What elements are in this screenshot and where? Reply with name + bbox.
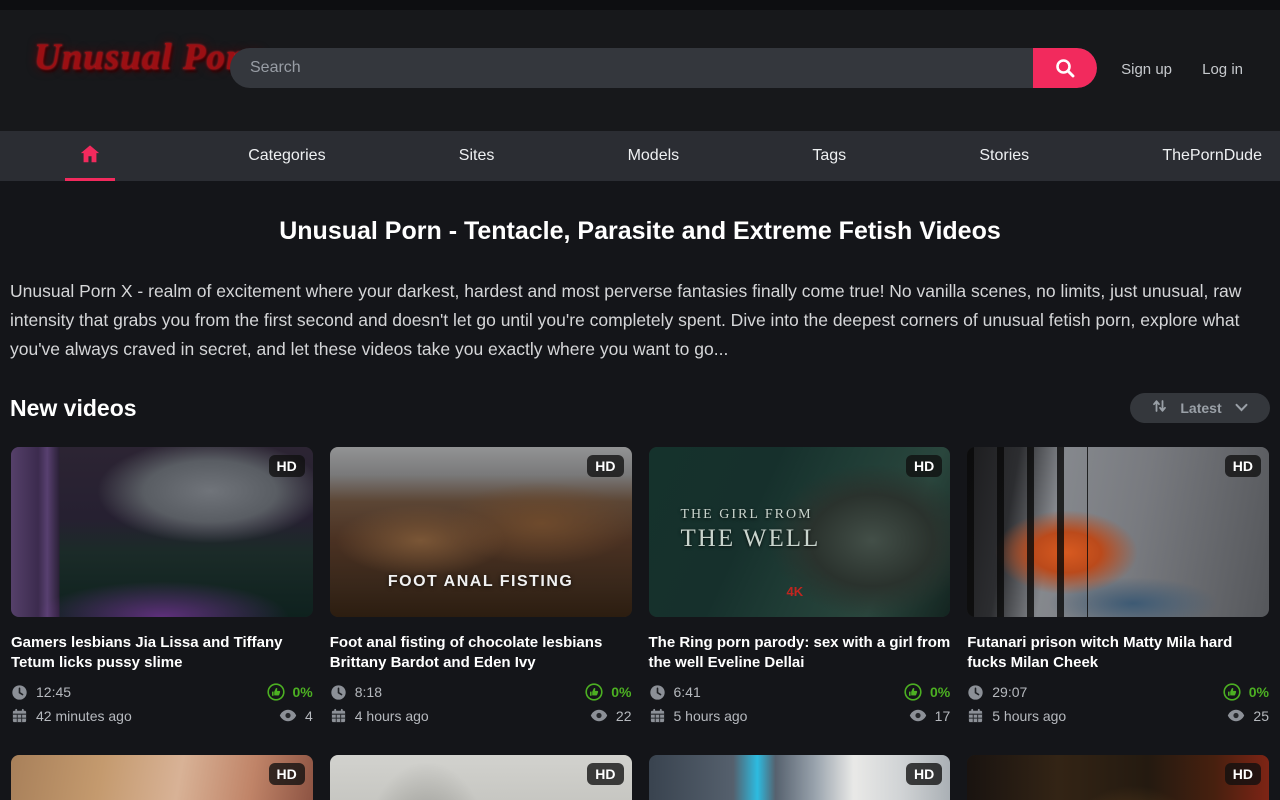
hd-badge: HD [1225, 763, 1261, 785]
nav-item-theporndude[interactable]: ThePornDude [1162, 147, 1262, 165]
video-thumbnail[interactable]: HD [330, 755, 632, 800]
home-icon [79, 143, 101, 170]
clock-icon [11, 684, 28, 701]
search-bar [230, 48, 1097, 88]
video-duration: 6:41 [649, 684, 701, 701]
eye-icon [909, 709, 927, 722]
search-icon [1054, 57, 1076, 79]
hd-badge: HD [587, 455, 623, 477]
main-nav: Categories Sites Models Tags Stories The… [0, 131, 1280, 181]
nav-item-tags[interactable]: Tags [812, 147, 846, 165]
site-header: Unusual Porn Sign up Log in [0, 0, 1280, 131]
video-thumbnail[interactable]: HD [967, 755, 1269, 800]
video-age: 42 minutes ago [11, 707, 132, 724]
video-card[interactable]: HD Gamers lesbians Jia Lissa and Tiffany… [11, 447, 313, 724]
thumbnail-image [649, 755, 951, 800]
sort-dropdown[interactable]: Latest [1130, 393, 1270, 423]
hd-badge: HD [587, 763, 623, 785]
video-thumbnail[interactable]: HD [11, 447, 313, 617]
video-views: 17 [909, 708, 951, 724]
video-rating: 0% [1223, 683, 1269, 701]
thumbs-up-icon [267, 683, 285, 701]
hd-badge: HD [269, 455, 305, 477]
video-thumbnail[interactable]: THE GIRL FROM THE WELL 4K HD [649, 447, 951, 617]
video-title[interactable]: Foot anal fisting of chocolate lesbians … [330, 633, 632, 673]
clock-icon [649, 684, 666, 701]
thumbnail-image [967, 755, 1269, 800]
video-duration: 12:45 [11, 684, 71, 701]
video-duration: 29:07 [967, 684, 1027, 701]
eye-icon [1227, 709, 1245, 722]
thumbnail-caption: THE GIRL FROM THE WELL [681, 507, 821, 553]
nav-item-sites[interactable]: Sites [459, 147, 495, 165]
calendar-icon [649, 707, 666, 724]
sort-label: Latest [1180, 400, 1221, 416]
thumbnail-image [11, 447, 313, 617]
video-rating: 0% [904, 683, 950, 701]
clock-icon [330, 684, 347, 701]
clock-icon [967, 684, 984, 701]
video-views: 22 [590, 708, 632, 724]
thumbs-up-icon [1223, 683, 1241, 701]
calendar-icon [330, 707, 347, 724]
thumbnail-4k-label: 4K [787, 584, 804, 599]
video-thumbnail[interactable]: HD [649, 755, 951, 800]
hd-badge: HD [906, 455, 942, 477]
search-button[interactable] [1033, 48, 1097, 88]
video-card[interactable]: HD [330, 755, 632, 800]
eye-icon [590, 709, 608, 722]
calendar-icon [967, 707, 984, 724]
nav-item-categories[interactable]: Categories [248, 147, 325, 165]
video-card[interactable]: HD Futanari prison witch Matty Mila hard… [967, 447, 1269, 724]
video-card[interactable]: HD [967, 755, 1269, 800]
thumbnail-caption: FOOT ANAL FISTING [330, 573, 632, 591]
thumbs-up-icon [904, 683, 922, 701]
video-card[interactable]: THE GIRL FROM THE WELL 4K HD The Ring po… [649, 447, 951, 724]
video-title[interactable]: The Ring porn parody: sex with a girl fr… [649, 633, 951, 673]
video-thumbnail[interactable]: FOOT ANAL FISTING HD [330, 447, 632, 617]
video-views: 4 [279, 708, 313, 724]
video-title[interactable]: Futanari prison witch Matty Mila hard fu… [967, 633, 1269, 673]
video-age: 4 hours ago [330, 707, 429, 724]
section-title: New videos [10, 395, 137, 422]
hd-badge: HD [906, 763, 942, 785]
sort-icon [1152, 398, 1167, 419]
video-title[interactable]: Gamers lesbians Jia Lissa and Tiffany Te… [11, 633, 313, 673]
video-rating: 0% [267, 683, 313, 701]
thumbnail-image [330, 447, 632, 617]
new-videos-header: New videos Latest [10, 393, 1270, 423]
eye-icon [279, 709, 297, 722]
page-title: Unusual Porn - Tentacle, Parasite and Ex… [0, 217, 1280, 246]
video-views: 25 [1227, 708, 1269, 724]
video-card[interactable]: HD [11, 755, 313, 800]
video-card[interactable]: FOOT ANAL FISTING HD Foot anal fisting o… [330, 447, 632, 724]
thumbnail-image [330, 755, 632, 800]
video-age: 5 hours ago [649, 707, 748, 724]
hd-badge: HD [269, 763, 305, 785]
site-logo[interactable]: Unusual Porn [34, 36, 263, 79]
nav-item-models[interactable]: Models [628, 147, 680, 165]
page-description: Unusual Porn X - realm of excitement whe… [10, 277, 1270, 364]
nav-home[interactable] [65, 131, 115, 181]
login-link[interactable]: Log in [1202, 61, 1243, 78]
thumbs-up-icon [585, 683, 603, 701]
video-thumbnail[interactable]: HD [11, 755, 313, 800]
chevron-down-icon [1235, 399, 1248, 417]
calendar-icon [11, 707, 28, 724]
video-card[interactable]: HD [649, 755, 951, 800]
search-input[interactable] [230, 48, 1033, 88]
thumbnail-image [11, 755, 313, 800]
thumbnail-image [967, 447, 1269, 617]
video-duration: 8:18 [330, 684, 382, 701]
video-age: 5 hours ago [967, 707, 1066, 724]
video-thumbnail[interactable]: HD [967, 447, 1269, 617]
video-rating: 0% [585, 683, 631, 701]
hd-badge: HD [1225, 455, 1261, 477]
nav-item-stories[interactable]: Stories [979, 147, 1029, 165]
video-grid: HD Gamers lesbians Jia Lissa and Tiffany… [11, 447, 1269, 800]
signup-link[interactable]: Sign up [1121, 61, 1172, 78]
